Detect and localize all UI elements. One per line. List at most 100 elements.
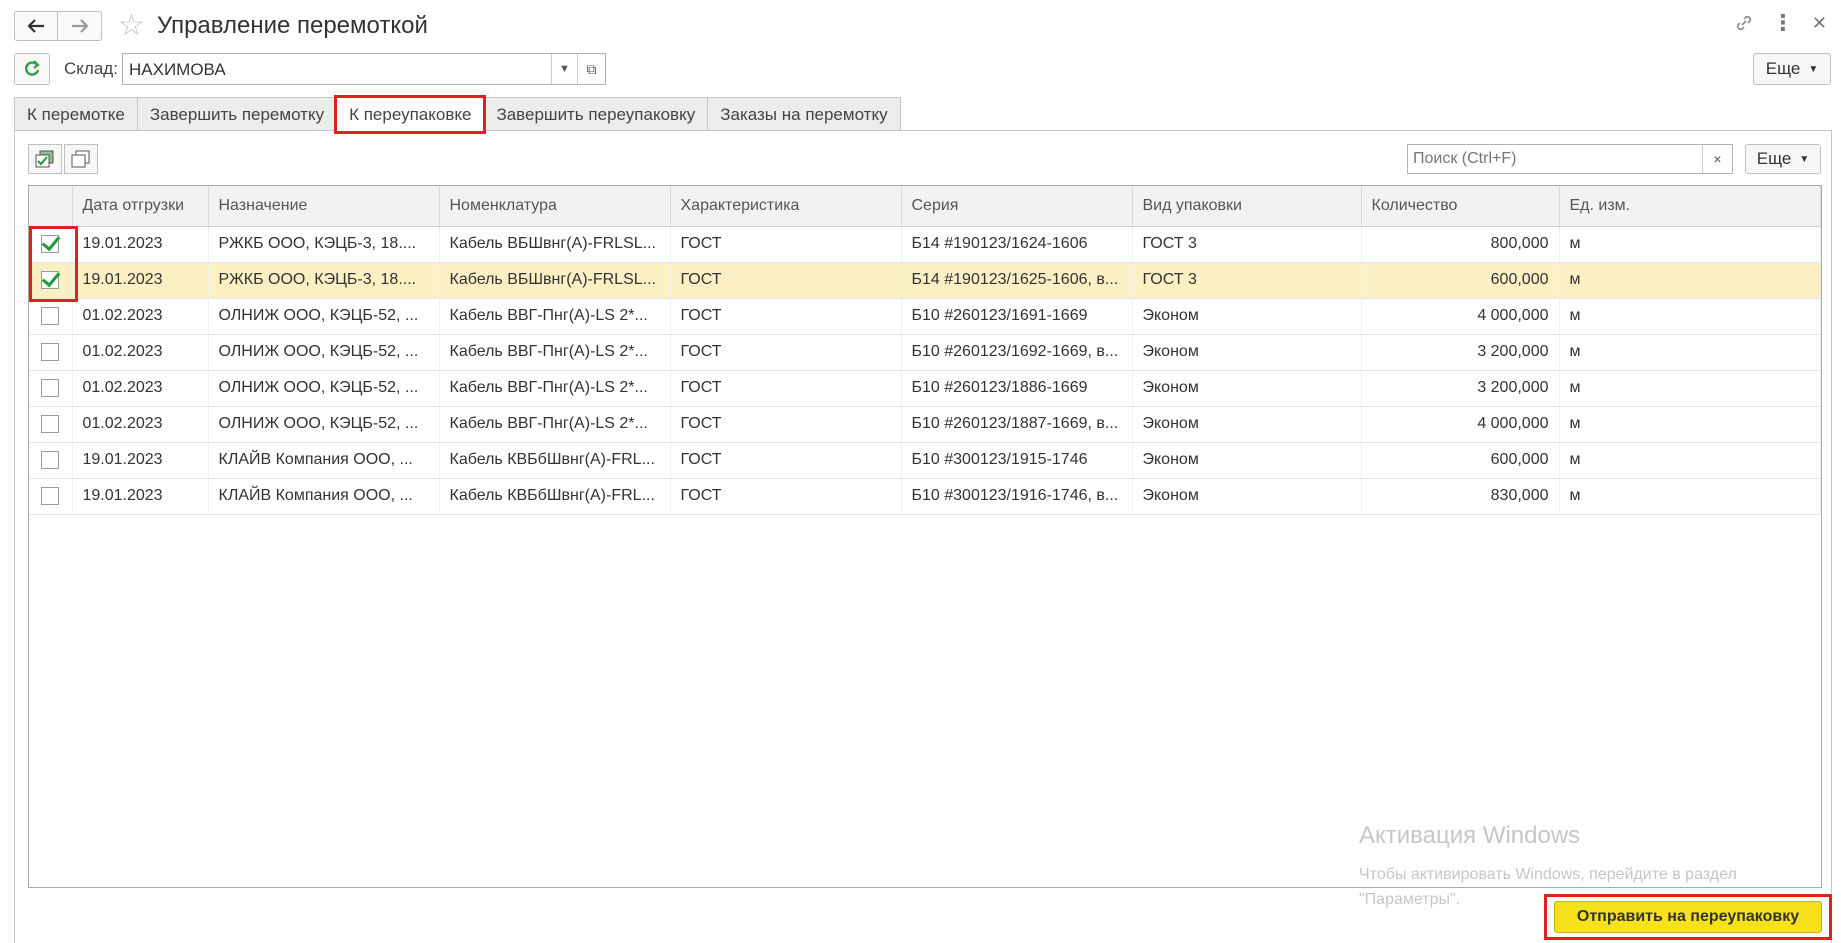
cell-item: Кабель ВВГ-Пнг(А)-LS 2*...	[439, 334, 671, 371]
column-header[interactable]: Номенклатура	[439, 186, 671, 227]
table-row[interactable]: 01.02.2023 ОЛНИЖ ООО, КЭЦБ-52, ... Кабель …	[29, 406, 1821, 443]
row-checkbox-cell[interactable]	[29, 334, 73, 371]
uncheck-all-button[interactable]	[64, 144, 98, 174]
more-button[interactable]: Еще ▼	[1753, 53, 1831, 85]
cell-series: Б10 #260123/1887-1669, в...	[901, 406, 1133, 443]
refresh-button[interactable]	[14, 53, 50, 85]
clear-search-button[interactable]: ×	[1702, 145, 1732, 173]
row-checkbox[interactable]	[41, 306, 60, 325]
cell-unit: м	[1559, 478, 1821, 515]
send-button-highlight: Отправить на переупаковку	[1544, 894, 1832, 940]
cell-qty: 800,000	[1361, 226, 1560, 263]
close-icon[interactable]: ✕	[1812, 13, 1827, 34]
table-row[interactable]: 19.01.2023 КЛАЙВ Компания ООО, ... Кабель …	[29, 442, 1821, 479]
repack-table: Дата отгрузки Назначение Номенклатура Ха…	[28, 185, 1822, 888]
table-row[interactable]: 19.01.2023 РЖКБ ООО, КЭЦБ-3, 18.... Кабель…	[29, 262, 1821, 299]
cell-unit: м	[1559, 406, 1821, 443]
row-checkbox-cell[interactable]	[29, 262, 73, 299]
row-checkbox-cell[interactable]	[29, 442, 73, 479]
cell-item: Кабель ВВГ-Пнг(А)-LS 2*...	[439, 370, 671, 407]
arrow-right-icon	[71, 19, 89, 33]
row-checkbox-cell[interactable]	[29, 298, 73, 335]
cell-purpose: ОЛНИЖ ООО, КЭЦБ-52, ...	[208, 406, 440, 443]
cell-pack: ГОСТ 3	[1132, 262, 1362, 299]
column-header[interactable]: Ед. изм.	[1559, 186, 1821, 227]
cell-item: Кабель КВБбШвнг(А)-FRL...	[439, 442, 671, 479]
column-header[interactable]: Серия	[901, 186, 1133, 227]
cell-char: ГОСТ	[670, 370, 902, 407]
column-header[interactable]: Количество	[1361, 186, 1560, 227]
table-row[interactable]: 01.02.2023 ОЛНИЖ ООО, КЭЦБ-52, ... Кабель …	[29, 298, 1821, 335]
table-more-button[interactable]: Еще ▼	[1745, 144, 1821, 174]
warehouse-field[interactable]: НАХИМОВА ▼ ⧉	[122, 53, 606, 85]
cell-series: Б14 #190123/1625-1606, в...	[901, 262, 1133, 299]
cell-qty: 4 000,000	[1361, 406, 1560, 443]
row-checkbox-cell[interactable]	[29, 226, 73, 263]
cell-purpose: ОЛНИЖ ООО, КЭЦБ-52, ...	[208, 298, 440, 335]
cell-qty: 830,000	[1361, 478, 1560, 515]
table-row[interactable]: 19.01.2023 РЖКБ ООО, КЭЦБ-3, 18.... Кабель…	[29, 226, 1821, 263]
cell-qty: 4 000,000	[1361, 298, 1560, 335]
more-vertical-icon[interactable]: ⋮	[1772, 10, 1794, 36]
table-more-label: Еще	[1756, 149, 1792, 168]
cell-item: Кабель КВБбШвнг(А)-FRL...	[439, 478, 671, 515]
cell-char: ГОСТ	[670, 226, 902, 263]
send-to-repack-button[interactable]: Отправить на переупаковку	[1554, 901, 1822, 933]
row-checkbox-cell[interactable]	[29, 370, 73, 407]
cell-series: Б14 #190123/1624-1606	[901, 226, 1133, 263]
row-checkbox-cell[interactable]	[29, 478, 73, 515]
cell-item: Кабель ВБШвнг(А)-FRLSL...	[439, 262, 671, 299]
check-all-button[interactable]	[28, 144, 62, 174]
cell-unit: м	[1559, 334, 1821, 371]
cell-pack: ГОСТ 3	[1132, 226, 1362, 263]
watermark-title: Активация Windows	[1359, 822, 1581, 849]
table-row[interactable]: 01.02.2023 ОЛНИЖ ООО, КЭЦБ-52, ... Кабель …	[29, 370, 1821, 407]
row-checkbox[interactable]	[41, 450, 60, 469]
cell-purpose: КЛАЙВ Компания ООО, ...	[208, 478, 440, 515]
favorite-star-icon[interactable]: ☆	[118, 11, 145, 41]
cell-char: ГОСТ	[670, 478, 902, 515]
row-checkbox[interactable]	[41, 414, 60, 433]
arrow-left-icon	[27, 19, 44, 33]
forward-button[interactable]	[58, 11, 102, 41]
cell-item: Кабель ВБШвнг(А)-FRLSL...	[439, 226, 671, 263]
back-button[interactable]	[14, 11, 58, 41]
cell-series: Б10 #300123/1916-1746, в...	[901, 478, 1133, 515]
tab-rewind-orders[interactable]: Заказы на перемотку	[707, 97, 901, 131]
dropdown-icon[interactable]: ▼	[551, 54, 577, 84]
column-header[interactable]: Назначение	[208, 186, 440, 227]
tab-rewind[interactable]: К перемотке	[14, 97, 138, 131]
cell-purpose: КЛАЙВ Компания ООО, ...	[208, 442, 440, 479]
cell-date: 01.02.2023	[72, 370, 209, 407]
link-icon[interactable]	[1734, 13, 1754, 33]
uncheck-all-icon	[71, 150, 90, 168]
cell-unit: м	[1559, 298, 1821, 335]
cell-date: 01.02.2023	[72, 334, 209, 371]
row-checkbox[interactable]	[41, 270, 60, 289]
search-input[interactable]	[1408, 145, 1702, 173]
row-checkbox[interactable]	[41, 342, 60, 361]
cell-series: Б10 #260123/1886-1669	[901, 370, 1133, 407]
cell-date: 19.01.2023	[72, 442, 209, 479]
search-field[interactable]: ×	[1407, 144, 1733, 174]
warehouse-value[interactable]: НАХИМОВА	[123, 54, 551, 84]
table-header: Дата отгрузки Назначение Номенклатура Ха…	[29, 186, 1821, 227]
table-row[interactable]: 19.01.2023 КЛАЙВ Компания ООО, ... Кабель …	[29, 478, 1821, 515]
row-checkbox-cell[interactable]	[29, 406, 73, 443]
cell-item: Кабель ВВГ-Пнг(А)-LS 2*...	[439, 406, 671, 443]
tab-finish-repack[interactable]: Завершить переупаковку	[483, 97, 709, 131]
cell-char: ГОСТ	[670, 262, 902, 299]
open-icon[interactable]: ⧉	[577, 54, 605, 84]
row-checkbox[interactable]	[41, 486, 60, 505]
tab-repack[interactable]: К переупаковке	[334, 95, 487, 134]
cell-series: Б10 #260123/1691-1669	[901, 298, 1133, 335]
column-header[interactable]: Характеристика	[670, 186, 902, 227]
column-header[interactable]: Вид упаковки	[1132, 186, 1362, 227]
row-checkbox[interactable]	[41, 234, 60, 253]
table-row[interactable]: 01.02.2023 ОЛНИЖ ООО, КЭЦБ-52, ... Кабель …	[29, 334, 1821, 371]
window-header: ☆ Управление перемоткой	[14, 10, 428, 42]
tab-finish-rewind[interactable]: Завершить перемотку	[136, 97, 338, 131]
column-header[interactable]: Дата отгрузки	[72, 186, 209, 227]
row-checkbox[interactable]	[41, 378, 60, 397]
chevron-down-icon: ▼	[1808, 63, 1819, 75]
